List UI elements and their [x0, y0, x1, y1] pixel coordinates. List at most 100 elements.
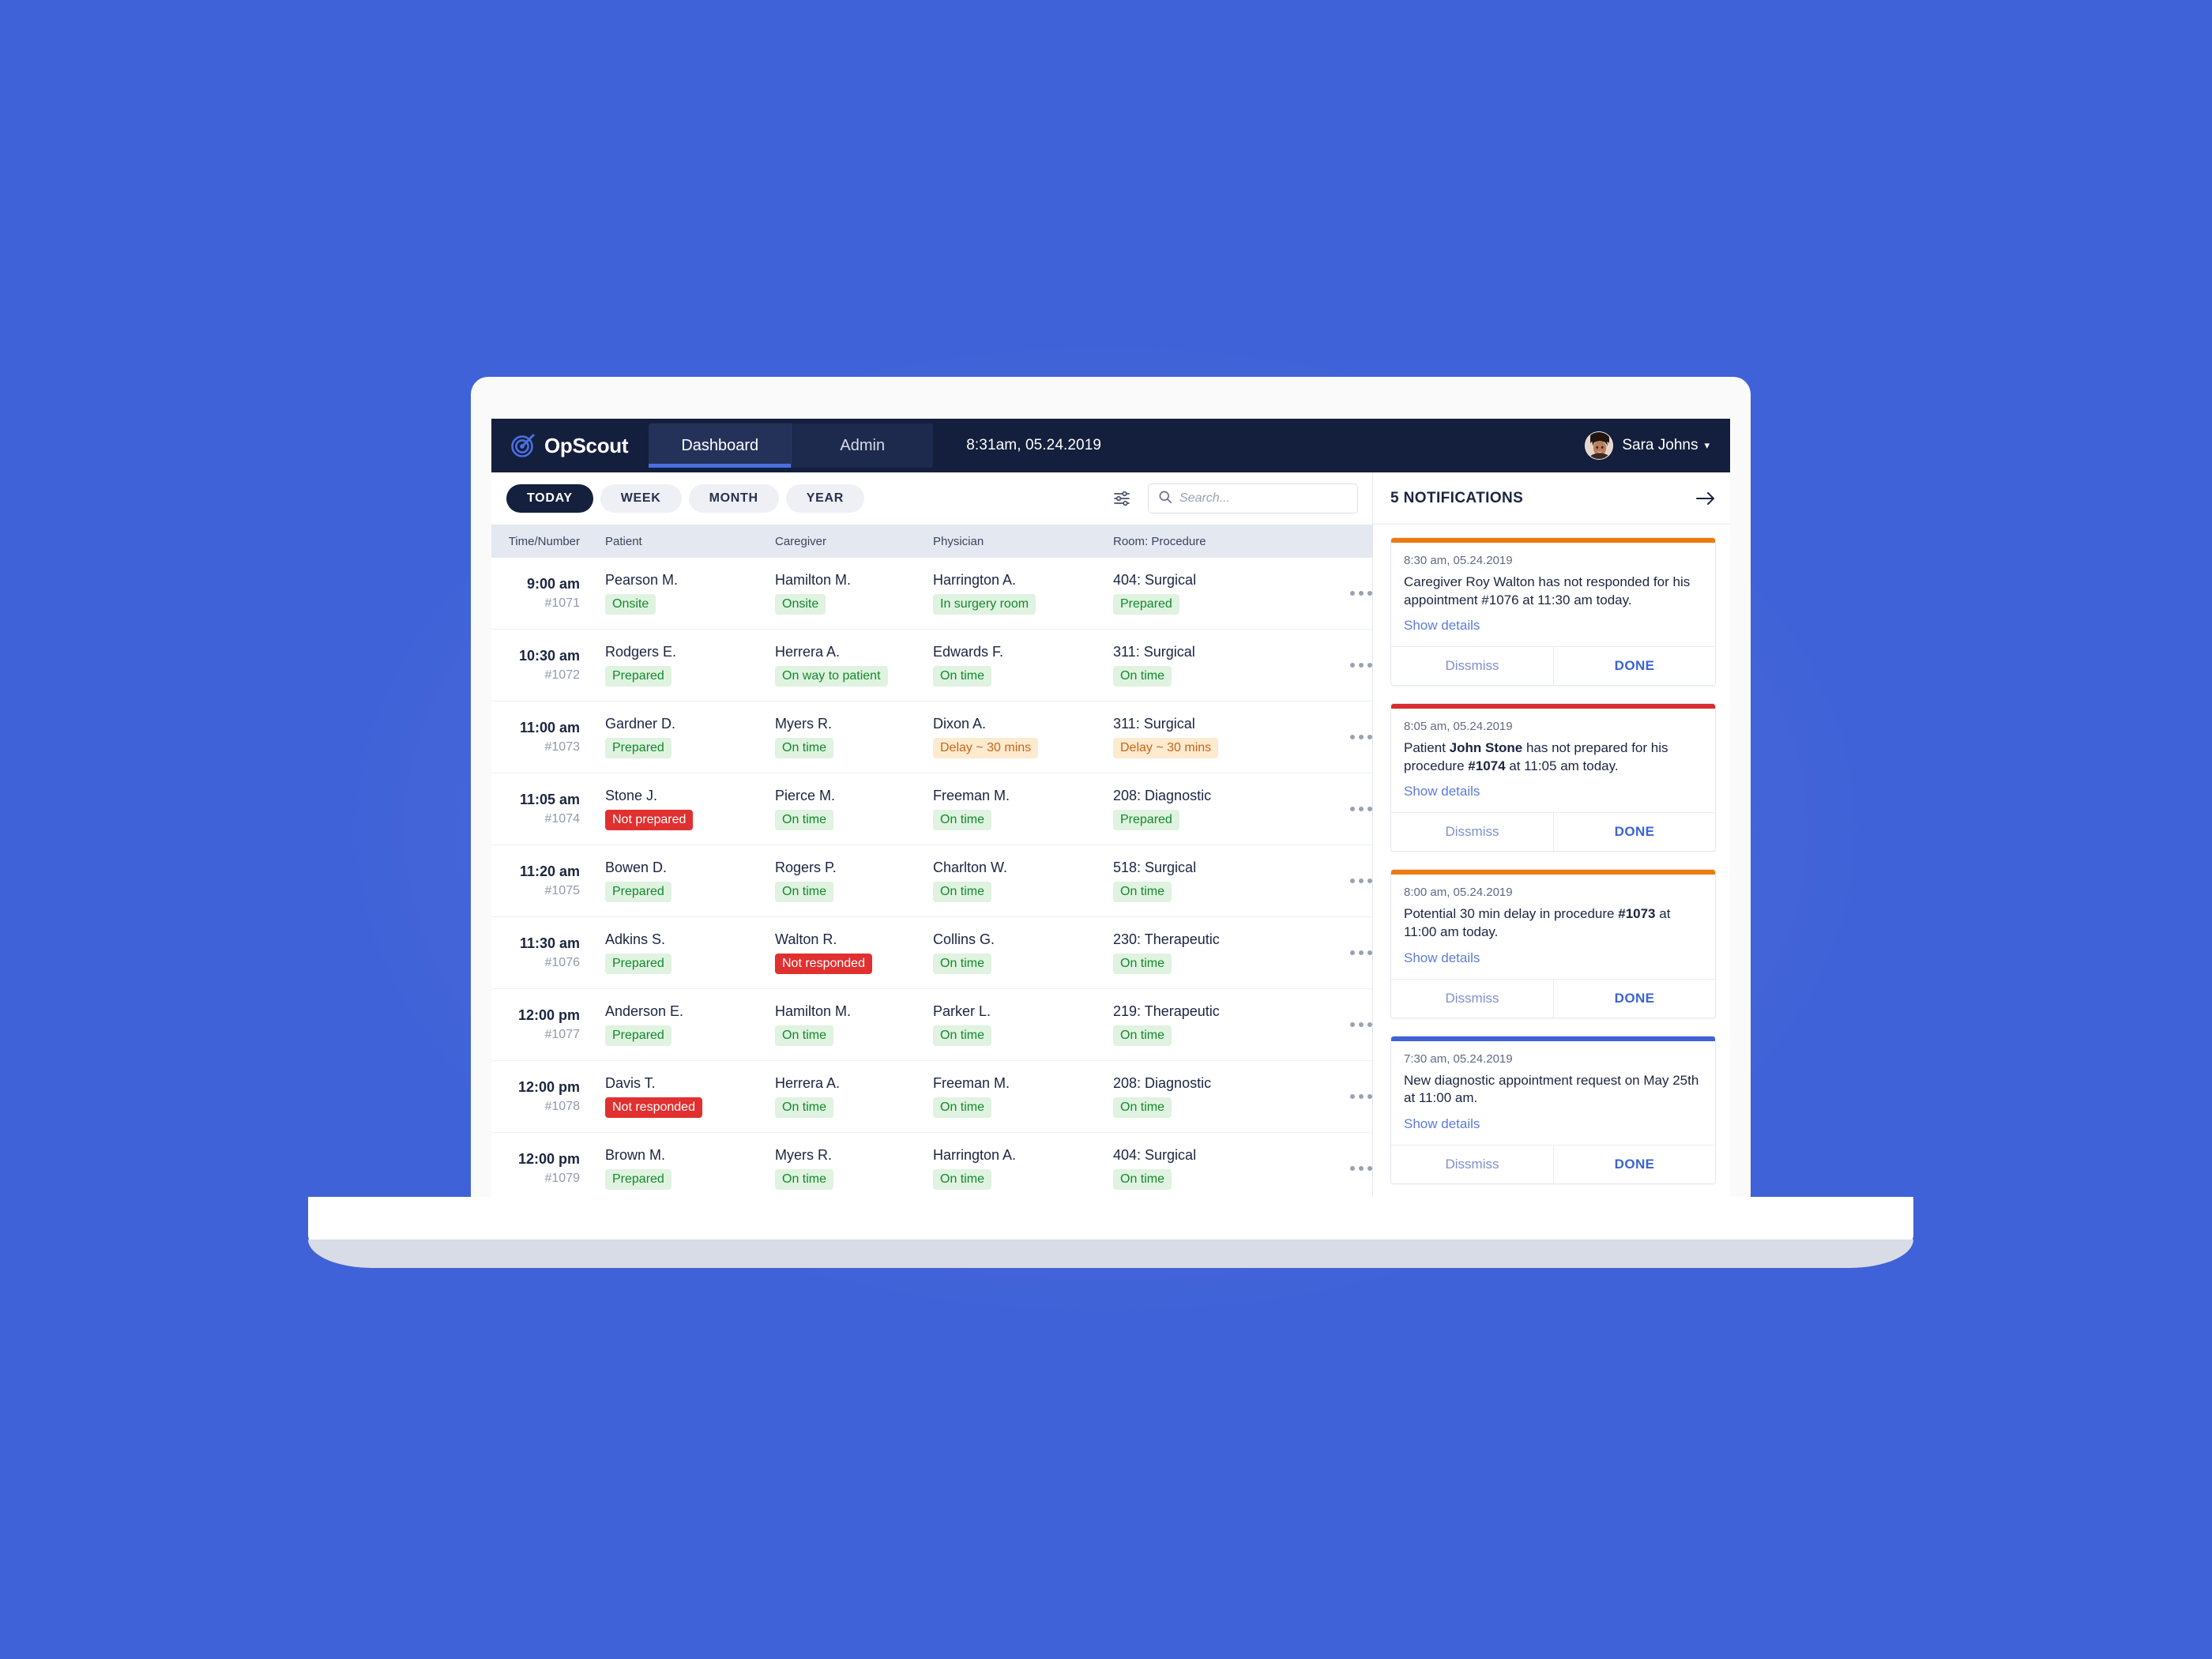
show-details-link[interactable]: Show details: [1404, 1116, 1480, 1132]
schedule-table-body: 9:00 am #1071 Pearson M. Onsite Hamilton M. O…: [491, 558, 1372, 1218]
physician-status-badge: On time: [933, 882, 992, 902]
row-number: #1076: [544, 956, 581, 969]
sliders-filter-icon[interactable]: [1108, 485, 1135, 512]
physician-cell: Charlton W. On time: [933, 860, 1113, 902]
more-options-icon[interactable]: [1350, 1166, 1372, 1171]
physician-name: Harrington A.: [933, 572, 1017, 588]
show-details-link[interactable]: Show details: [1404, 950, 1480, 966]
more-options-icon[interactable]: [1350, 735, 1372, 739]
user-menu[interactable]: Sara Johns ▾: [1585, 419, 1730, 472]
patient-status-badge: Prepared: [605, 1025, 672, 1046]
notification-message: Caregiver Roy Walton has not responded f…: [1404, 574, 1691, 608]
row-time-number: 12:00 pm #1078: [499, 1079, 588, 1114]
arrow-right-icon[interactable]: [1695, 491, 1716, 506]
row-time: 10:30 am: [518, 648, 580, 664]
patient-name: Brown M.: [605, 1147, 666, 1163]
column-header-time: Time/Number: [508, 534, 580, 548]
done-button[interactable]: DONE: [1553, 1145, 1715, 1183]
show-details-link[interactable]: Show details: [1404, 784, 1480, 799]
range-pill-year[interactable]: YEAR: [785, 484, 864, 513]
row-time: 11:20 am: [519, 863, 580, 879]
range-pill-today[interactable]: TODAY: [506, 484, 593, 513]
patient-cell: Bowen D. Prepared: [588, 860, 775, 902]
caregiver-cell: Herrera A. On way to patient: [775, 644, 933, 687]
row-number: #1071: [544, 596, 581, 610]
row-time: 11:30 am: [519, 935, 580, 951]
caregiver-status-badge: On time: [775, 882, 834, 902]
room-procedure-cell: 404: Surgical On time: [1113, 1147, 1350, 1190]
room-procedure-status-badge: Prepared: [1113, 810, 1179, 830]
dismiss-button[interactable]: Dissmiss: [1391, 813, 1553, 851]
more-options-icon[interactable]: [1350, 663, 1372, 668]
caregiver-name: Myers R.: [775, 716, 832, 732]
row-time-number: 10:30 am #1072: [499, 648, 588, 683]
patient-name: Davis T.: [605, 1075, 656, 1091]
caregiver-cell: Rogers P. On time: [775, 860, 933, 902]
table-row[interactable]: 11:30 am #1076 Adkins S. Prepared Walton R. N…: [491, 917, 1372, 989]
dismiss-button[interactable]: Dissmiss: [1391, 980, 1553, 1018]
room-procedure-status-badge: On time: [1113, 1097, 1172, 1118]
more-options-icon[interactable]: [1350, 807, 1372, 811]
table-row[interactable]: 11:20 am #1075 Bowen D. Prepared Rogers P. On…: [491, 845, 1372, 917]
more-options-icon[interactable]: [1350, 950, 1372, 955]
row-number: #1073: [544, 740, 581, 754]
physician-status-badge: In surgery room: [933, 594, 1036, 615]
caregiver-status-badge: On time: [775, 810, 834, 830]
patient-name: Gardner D.: [605, 716, 676, 732]
notifications-list: 8:30 am, 05.24.2019 Caregiver Roy Walton …: [1373, 525, 1730, 1218]
caregiver-name: Hamilton M.: [775, 1003, 852, 1019]
row-time-number: 11:00 am #1073: [499, 720, 588, 754]
room-procedure-status-badge: On time: [1113, 1025, 1172, 1046]
more-options-icon[interactable]: [1350, 591, 1372, 596]
table-row[interactable]: 11:00 am #1073 Gardner D. Prepared Myers R. O…: [491, 702, 1372, 773]
table-row[interactable]: 10:30 am #1072 Rodgers E. Prepared Herrera A…: [491, 630, 1372, 702]
done-button[interactable]: DONE: [1553, 647, 1715, 686]
nav-tab-dashboard[interactable]: Dashboard: [649, 423, 792, 468]
row-time-number: 12:00 pm #1079: [499, 1151, 588, 1186]
search-input[interactable]: [1179, 491, 1348, 506]
notification-message: Patient John Stone has not prepared for …: [1404, 740, 1668, 773]
range-pill-month[interactable]: MONTH: [688, 484, 779, 513]
physician-name: Charlton W.: [933, 860, 1008, 875]
schedule-toolbar: TODAY WEEK MONTH YEAR: [491, 472, 1372, 525]
patient-status-badge: Prepared: [605, 954, 672, 974]
range-pill-week[interactable]: WEEK: [600, 484, 682, 513]
row-time: 11:05 am: [519, 792, 580, 807]
room-procedure-status-badge: Delay ~ 30 mins: [1113, 738, 1219, 758]
patient-status-badge: Onsite: [605, 594, 656, 615]
patient-status-badge: Not responded: [605, 1097, 702, 1118]
done-button[interactable]: DONE: [1553, 979, 1715, 1018]
more-options-icon[interactable]: [1350, 1094, 1372, 1099]
room-procedure-cell: 518: Surgical On time: [1113, 860, 1350, 902]
search-box[interactable]: [1148, 483, 1358, 514]
room-procedure-cell: 219: Therapeutic On time: [1113, 1003, 1350, 1046]
notification-card: 8:05 am, 05.24.2019 Patient John Stone ha…: [1390, 703, 1716, 852]
caregiver-name: Walton R.: [775, 931, 837, 947]
laptop-screen: OpScout Dashboard Admin 8:31am, 05.24.20…: [471, 377, 1751, 1218]
room-procedure-cell: 311: Surgical Delay ~ 30 mins: [1113, 716, 1350, 758]
table-row[interactable]: 12:00 pm #1078 Davis T. Not responded Herrer…: [491, 1061, 1372, 1133]
nav-tab-admin[interactable]: Admin: [791, 423, 934, 468]
dismiss-button[interactable]: Dissmiss: [1391, 647, 1553, 685]
room-procedure-cell: 208: Diagnostic On time: [1113, 1075, 1350, 1118]
dismiss-button[interactable]: Dissmiss: [1391, 1146, 1553, 1183]
physician-name: Freeman M.: [933, 1075, 1010, 1091]
room-procedure-name: 230: Therapeutic: [1113, 931, 1220, 947]
room-procedure-status-badge: On time: [1113, 954, 1172, 974]
physician-status-badge: On time: [933, 1025, 992, 1046]
patient-name: Anderson E.: [605, 1003, 684, 1019]
physician-cell: Harrington A. On time: [933, 1147, 1113, 1190]
notification-message: New diagnostic appointment request on Ma…: [1404, 1072, 1699, 1106]
done-button[interactable]: DONE: [1553, 813, 1715, 852]
caregiver-status-badge: On time: [775, 738, 834, 758]
more-options-icon[interactable]: [1350, 1022, 1372, 1027]
room-procedure-status-badge: On time: [1113, 666, 1172, 687]
table-row[interactable]: 12:00 pm #1077 Anderson E. Prepared Hamilton…: [491, 989, 1372, 1061]
table-row[interactable]: 12:00 pm #1079 Brown M. Prepared Myers R. On …: [491, 1133, 1372, 1205]
more-options-icon[interactable]: [1350, 878, 1372, 883]
physician-cell: Freeman M. On time: [933, 1075, 1113, 1118]
notifications-pane: 5 NOTIFICATIONS 8:30 am, 05.24.2019 Careg…: [1372, 472, 1730, 1218]
table-row[interactable]: 11:05 am #1074 Stone J. Not prepared Pierce …: [491, 773, 1372, 845]
show-details-link[interactable]: Show details: [1404, 618, 1480, 634]
table-row[interactable]: 9:00 am #1071 Pearson M. Onsite Hamilton M. O…: [491, 558, 1372, 630]
